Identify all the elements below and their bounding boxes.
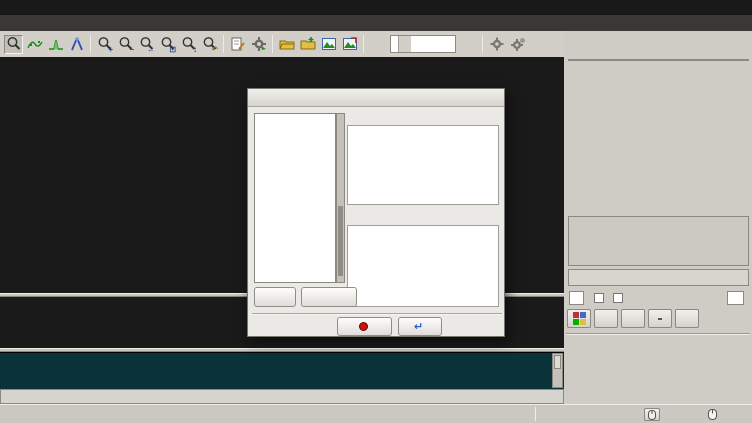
fityk-window: + − ← ⊡ ↕ ↶	[0, 0, 752, 423]
zoom-vertical-icon[interactable]: ↕	[179, 35, 198, 54]
peak-type-dropdown[interactable]	[390, 35, 456, 53]
settings-gear-icon[interactable]	[487, 35, 506, 54]
command-input[interactable]	[0, 389, 564, 404]
add-peak-tool-icon[interactable]	[459, 35, 478, 54]
open-data-icon[interactable]	[277, 35, 296, 54]
data-shift-value[interactable]	[727, 291, 744, 305]
output-console	[0, 352, 564, 389]
dialog-separator	[252, 313, 502, 315]
console-scrollbar-thumb[interactable]	[554, 355, 561, 369]
baseline-mode-icon[interactable]	[67, 35, 86, 54]
function-list-scrollbar-thumb[interactable]	[338, 206, 343, 276]
session-settings-gear-icon[interactable]	[508, 35, 527, 54]
console-scrollbar[interactable]	[552, 353, 563, 388]
display-controls	[566, 289, 750, 307]
zoom-out-icon[interactable]: −	[116, 35, 135, 54]
mouse-config-button[interactable]	[644, 408, 660, 421]
sidebar-groove	[566, 333, 750, 335]
statusbar	[0, 404, 752, 423]
ok-icon: ↵	[414, 320, 423, 333]
transform-icon	[658, 318, 662, 320]
add-function-button[interactable]	[254, 287, 296, 307]
data-range-mode-icon[interactable]	[25, 35, 44, 54]
line-checkbox[interactable]	[594, 293, 606, 303]
description-box	[347, 225, 499, 307]
dataset-filter-dropdown[interactable]	[568, 269, 749, 286]
menubar	[0, 15, 752, 31]
zoom-mode-icon[interactable]	[4, 35, 23, 54]
window-titlebar	[0, 0, 752, 15]
color-gradient-button[interactable]	[567, 309, 591, 328]
dialog-titlebar[interactable]	[248, 89, 504, 107]
dataset-info	[568, 216, 749, 266]
dataset-table	[568, 59, 749, 61]
sigma-checkbox[interactable]	[613, 293, 625, 303]
run-script-icon[interactable]	[249, 35, 268, 54]
toolbar-separator	[272, 35, 273, 53]
zoom-all-icon[interactable]: ⊡	[158, 35, 177, 54]
auto-add-function-icon[interactable]	[368, 35, 387, 54]
zoom-in-icon[interactable]: +	[95, 35, 114, 54]
definition-box[interactable]	[347, 125, 499, 205]
sidebar	[564, 31, 752, 404]
function-list-scrollbar[interactable]	[336, 113, 345, 283]
add-peak-mode-icon[interactable]	[46, 35, 65, 54]
mouse-hint-icon	[708, 409, 717, 420]
function-list	[254, 113, 336, 283]
toolbar-separator	[223, 35, 224, 53]
function-definition-manager-dialog: ↵	[247, 88, 505, 337]
statusbar-divider	[535, 407, 536, 421]
sidebar-buttons	[567, 309, 699, 328]
zoom-prev-icon[interactable]: ←	[137, 35, 156, 54]
point-size-value[interactable]	[569, 291, 584, 305]
plot-sum-button[interactable]	[594, 309, 618, 328]
toolbar-separator	[482, 35, 483, 53]
remove-function-button[interactable]	[301, 287, 357, 307]
quick-transform-button[interactable]	[648, 309, 672, 328]
toolbar-separator	[90, 35, 91, 53]
zoom-undo-icon[interactable]: ↶	[200, 35, 219, 54]
save-image-icon[interactable]	[319, 35, 338, 54]
delete-points-button[interactable]	[675, 309, 699, 328]
mouse-icon	[648, 410, 656, 420]
append-data-icon[interactable]	[298, 35, 317, 54]
chevron-down-icon	[398, 36, 411, 52]
cancel-icon	[359, 322, 368, 331]
input-history-spinner[interactable]	[549, 391, 560, 402]
color-grid-icon	[573, 312, 586, 325]
export-image-icon[interactable]	[340, 35, 359, 54]
toolbar-separator	[363, 35, 364, 53]
edit-script-icon[interactable]	[228, 35, 247, 54]
data-functions-button[interactable]	[621, 309, 645, 328]
cancel-button[interactable]	[337, 317, 392, 336]
ok-button[interactable]: ↵	[398, 317, 442, 336]
